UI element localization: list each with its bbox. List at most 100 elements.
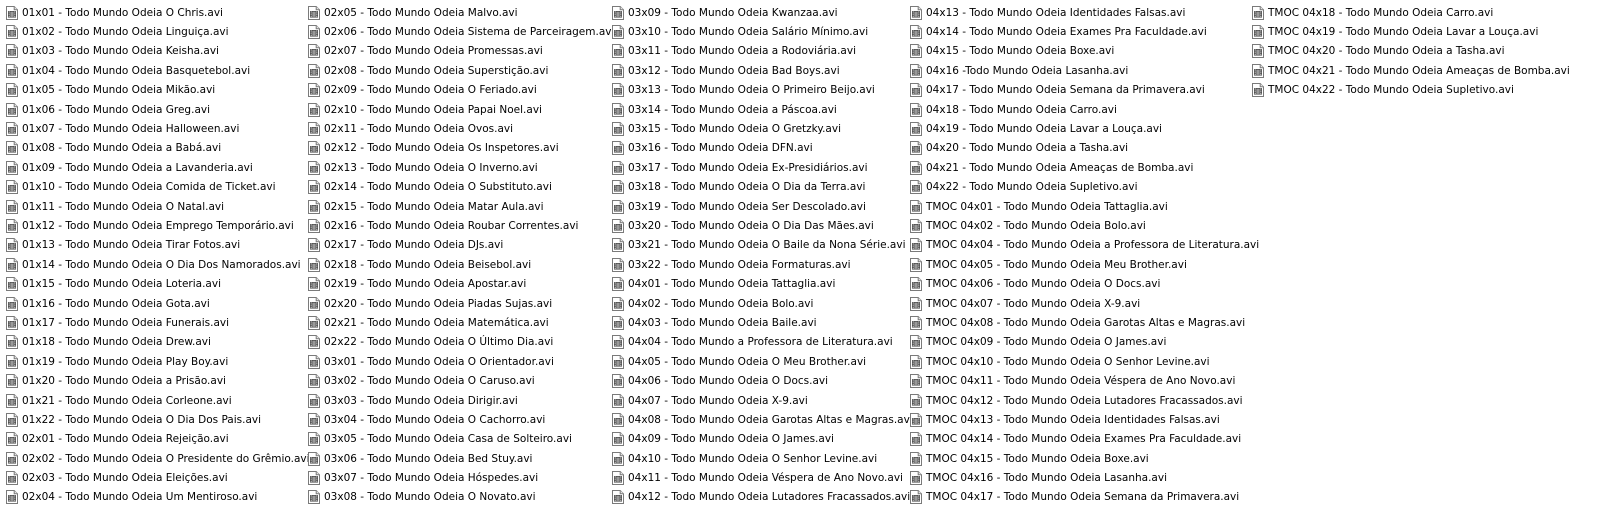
file-item[interactable]: 01x10 - Todo Mundo Odeia Comida de Ticke… (6, 178, 308, 197)
file-item[interactable]: 01x09 - Todo Mundo Odeia a Lavanderia.av… (6, 158, 308, 177)
file-item[interactable]: 04x10 - Todo Mundo Odeia O Senhor Levine… (612, 449, 910, 468)
file-item[interactable]: TMOC 04x12 - Todo Mundo Odeia Lutadores … (910, 391, 1252, 410)
file-item[interactable]: 02x01 - Todo Mundo Odeia Rejeição.avi (6, 430, 308, 449)
file-item[interactable]: 02x04 - Todo Mundo Odeia Um Mentiroso.av… (6, 488, 308, 507)
file-item[interactable]: TMOC 04x05 - Todo Mundo Odeia Meu Brothe… (910, 255, 1252, 274)
file-item[interactable]: TMOC 04x17 - Todo Mundo Odeia Semana da … (910, 488, 1252, 507)
file-item[interactable]: TMOC 04x21 - Todo Mundo Odeia Ameaças de… (1252, 61, 1582, 80)
file-item[interactable]: 04x08 - Todo Mundo Odeia Garotas Altas e… (612, 410, 913, 429)
file-item[interactable]: TMOC 04x22 - Todo Mundo Odeia Supletivo.… (1252, 81, 1582, 100)
file-item[interactable]: 03x22 - Todo Mundo Odeia Formaturas.avi (612, 255, 910, 274)
file-item[interactable]: 04x14 - Todo Mundo Odeia Exames Pra Facu… (910, 22, 1252, 41)
file-item[interactable]: 01x22 - Todo Mundo Odeia O Dia Dos Pais.… (6, 410, 308, 429)
file-item[interactable]: 04x05 - Todo Mundo Odeia O Meu Brother.a… (612, 352, 910, 371)
file-item[interactable]: 02x12 - Todo Mundo Odeia Os Inspetores.a… (308, 139, 612, 158)
file-item[interactable]: 04x21 - Todo Mundo Odeia Ameaças de Bomb… (910, 158, 1252, 177)
file-item[interactable]: 02x05 - Todo Mundo Odeia Malvo.avi (308, 3, 612, 22)
file-item[interactable]: 02x10 - Todo Mundo Odeia Papai Noel.avi (308, 100, 612, 119)
file-item[interactable]: 01x04 - Todo Mundo Odeia Basquetebol.avi (6, 61, 308, 80)
file-item[interactable]: TMOC 04x10 - Todo Mundo Odeia O Senhor L… (910, 352, 1252, 371)
file-item[interactable]: 01x06 - Todo Mundo Odeia Greg.avi (6, 100, 308, 119)
file-item[interactable]: TMOC 04x09 - Todo Mundo Odeia O James.av… (910, 333, 1252, 352)
file-item[interactable]: 03x07 - Todo Mundo Odeia Hóspedes.avi (308, 468, 612, 487)
file-item[interactable]: TMOC 04x18 - Todo Mundo Odeia Carro.avi (1252, 3, 1582, 22)
file-item[interactable]: TMOC 04x01 - Todo Mundo Odeia Tattaglia.… (910, 197, 1252, 216)
file-item[interactable]: 03x11 - Todo Mundo Odeia a Rodoviária.av… (612, 42, 910, 61)
file-item[interactable]: 02x08 - Todo Mundo Odeia Superstição.avi (308, 61, 612, 80)
file-item[interactable]: 02x09 - Todo Mundo Odeia O Feriado.avi (308, 81, 612, 100)
file-item[interactable]: 01x14 - Todo Mundo Odeia O Dia Dos Namor… (6, 255, 308, 274)
file-item[interactable]: 02x13 - Todo Mundo Odeia O Inverno.avi (308, 158, 612, 177)
file-item[interactable]: 03x16 - Todo Mundo Odeia DFN.avi (612, 139, 910, 158)
file-item[interactable]: 02x22 - Todo Mundo Odeia O Último Dia.av… (308, 333, 612, 352)
file-item[interactable]: TMOC 04x15 - Todo Mundo Odeia Boxe.avi (910, 449, 1252, 468)
file-item[interactable]: 01x17 - Todo Mundo Odeia Funerais.avi (6, 313, 308, 332)
file-item[interactable]: TMOC 04x16 - Todo Mundo Odeia Lasanha.av… (910, 468, 1252, 487)
file-item[interactable]: 03x21 - Todo Mundo Odeia O Baile da Nona… (612, 236, 910, 255)
file-item[interactable]: 01x15 - Todo Mundo Odeia Loteria.avi (6, 274, 308, 293)
file-item[interactable]: 01x21 - Todo Mundo Odeia Corleone.avi (6, 391, 308, 410)
file-item[interactable]: 03x12 - Todo Mundo Odeia Bad Boys.avi (612, 61, 910, 80)
file-item[interactable]: 03x19 - Todo Mundo Odeia Ser Descolado.a… (612, 197, 910, 216)
file-item[interactable]: TMOC 04x06 - Todo Mundo Odeia O Docs.avi (910, 274, 1252, 293)
file-item[interactable]: 04x04 - Todo Mundo a Professora de Liter… (612, 333, 910, 352)
file-item[interactable]: 03x04 - Todo Mundo Odeia O Cachorro.avi (308, 410, 612, 429)
file-item[interactable]: 03x14 - Todo Mundo Odeia a Páscoa.avi (612, 100, 910, 119)
file-item[interactable]: 03x03 - Todo Mundo Odeia Dirigir.avi (308, 391, 612, 410)
file-item[interactable]: 01x08 - Todo Mundo Odeia a Babá.avi (6, 139, 308, 158)
file-item[interactable]: TMOC 04x08 - Todo Mundo Odeia Garotas Al… (910, 313, 1252, 332)
file-item[interactable]: 03x15 - Todo Mundo Odeia O Gretzky.avi (612, 119, 910, 138)
file-item[interactable]: 03x06 - Todo Mundo Odeia Bed Stuy.avi (308, 449, 612, 468)
file-item[interactable]: TMOC 04x13 - Todo Mundo Odeia Identidade… (910, 410, 1252, 429)
file-item[interactable]: 02x14 - Todo Mundo Odeia O Substituto.av… (308, 178, 612, 197)
file-item[interactable]: 04x03 - Todo Mundo Odeia Baile.avi (612, 313, 910, 332)
file-item[interactable]: 04x17 - Todo Mundo Odeia Semana da Prima… (910, 81, 1252, 100)
file-item[interactable]: 03x18 - Todo Mundo Odeia O Dia da Terra.… (612, 178, 910, 197)
file-item[interactable]: TMOC 04x07 - Todo Mundo Odeia X-9.avi (910, 294, 1252, 313)
file-item[interactable]: 01x05 - Todo Mundo Odeia Mikão.avi (6, 81, 308, 100)
file-item[interactable]: 01x19 - Todo Mundo Odeia Play Boy.avi (6, 352, 308, 371)
file-item[interactable]: 02x17 - Todo Mundo Odeia DJs.avi (308, 236, 612, 255)
file-item[interactable]: 04x11 - Todo Mundo Odeia Véspera de Ano … (612, 468, 910, 487)
file-item[interactable]: 01x12 - Todo Mundo Odeia Emprego Temporá… (6, 216, 308, 235)
file-item[interactable]: 03x05 - Todo Mundo Odeia Casa de Solteir… (308, 430, 612, 449)
file-item[interactable]: 04x20 - Todo Mundo Odeia a Tasha.avi (910, 139, 1252, 158)
file-item[interactable]: TMOC 04x11 - Todo Mundo Odeia Véspera de… (910, 371, 1252, 390)
file-item[interactable]: 01x20 - Todo Mundo Odeia a Prisão.avi (6, 371, 308, 390)
file-item[interactable]: 04x13 - Todo Mundo Odeia Identidades Fal… (910, 3, 1252, 22)
file-item[interactable]: 04x15 - Todo Mundo Odeia Boxe.avi (910, 42, 1252, 61)
file-item[interactable]: 04x19 - Todo Mundo Odeia Lavar a Louça.a… (910, 119, 1252, 138)
file-item[interactable]: 01x13 - Todo Mundo Odeia Tirar Fotos.avi (6, 236, 308, 255)
file-item[interactable]: 02x21 - Todo Mundo Odeia Matemática.avi (308, 313, 612, 332)
file-item[interactable]: 01x02 - Todo Mundo Odeia Linguiça.avi (6, 22, 308, 41)
file-item[interactable]: 01x01 - Todo Mundo Odeia O Chris.avi (6, 3, 308, 22)
file-item[interactable]: 02x07 - Todo Mundo Odeia Promessas.avi (308, 42, 612, 61)
file-item[interactable]: 01x18 - Todo Mundo Odeia Drew.avi (6, 333, 308, 352)
file-item[interactable]: 03x01 - Todo Mundo Odeia O Orientador.av… (308, 352, 612, 371)
file-item[interactable]: 01x03 - Todo Mundo Odeia Keisha.avi (6, 42, 308, 61)
file-item[interactable]: 03x13 - Todo Mundo Odeia O Primeiro Beij… (612, 81, 910, 100)
file-item[interactable]: 01x16 - Todo Mundo Odeia Gota.avi (6, 294, 308, 313)
file-item[interactable]: TMOC 04x14 - Todo Mundo Odeia Exames Pra… (910, 430, 1252, 449)
file-item[interactable]: 01x11 - Todo Mundo Odeia O Natal.avi (6, 197, 308, 216)
file-item[interactable]: 02x11 - Todo Mundo Odeia Ovos.avi (308, 119, 612, 138)
file-item[interactable]: 04x06 - Todo Mundo Odeia O Docs.avi (612, 371, 910, 390)
file-item[interactable]: 03x10 - Todo Mundo Odeia Salário Mínimo.… (612, 22, 910, 41)
file-item[interactable]: 04x01 - Todo Mundo Odeia Tattaglia.avi (612, 274, 910, 293)
file-item[interactable]: 02x03 - Todo Mundo Odeia Eleições.avi (6, 468, 308, 487)
file-item[interactable]: 04x09 - Todo Mundo Odeia O James.avi (612, 430, 910, 449)
file-item[interactable]: 02x06 - Todo Mundo Odeia Sistema de Parc… (308, 22, 614, 41)
file-item[interactable]: 02x19 - Todo Mundo Odeia Apostar.avi (308, 274, 612, 293)
file-item[interactable]: 03x09 - Todo Mundo Odeia Kwanzaa.avi (612, 3, 910, 22)
file-item[interactable]: 02x20 - Todo Mundo Odeia Piadas Sujas.av… (308, 294, 612, 313)
file-item[interactable]: 02x16 - Todo Mundo Odeia Roubar Corrente… (308, 216, 612, 235)
file-item[interactable]: 01x07 - Todo Mundo Odeia Halloween.avi (6, 119, 308, 138)
file-item[interactable]: TMOC 04x20 - Todo Mundo Odeia a Tasha.av… (1252, 42, 1582, 61)
file-item[interactable]: 03x20 - Todo Mundo Odeia O Dia Das Mães.… (612, 216, 910, 235)
file-item[interactable]: 03x17 - Todo Mundo Odeia Ex-Presidiários… (612, 158, 910, 177)
file-item[interactable]: 04x12 - Todo Mundo Odeia Lutadores Fraca… (612, 488, 910, 507)
file-item[interactable]: 03x08 - Todo Mundo Odeia O Novato.avi (308, 488, 612, 507)
file-item[interactable]: 04x18 - Todo Mundo Odeia Carro.avi (910, 100, 1252, 119)
file-item[interactable]: 04x07 - Todo Mundo Odeia X-9.avi (612, 391, 910, 410)
file-item[interactable]: 03x02 - Todo Mundo Odeia O Caruso.avi (308, 371, 612, 390)
